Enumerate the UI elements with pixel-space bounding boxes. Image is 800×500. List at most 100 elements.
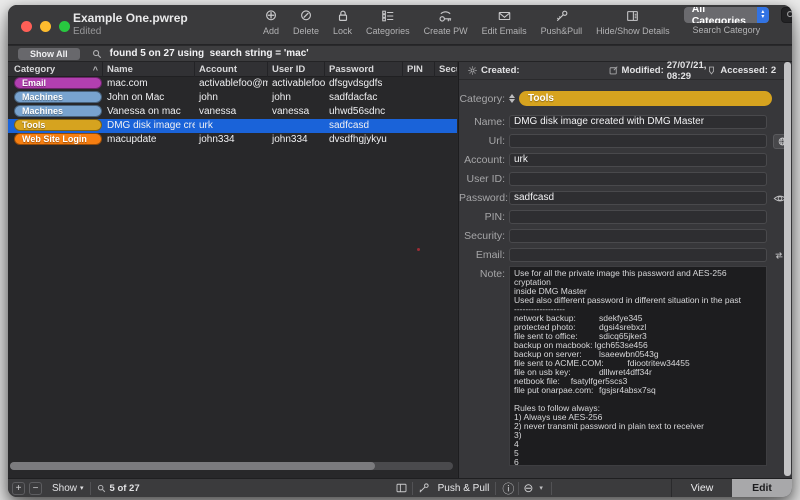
delete-button[interactable]: ⊘ Delete — [293, 7, 319, 36]
search-category-group: All Categories ▴▾ Search Category — [684, 7, 769, 35]
horizontal-scrollbar-thumb[interactable] — [10, 462, 375, 470]
name-field[interactable]: DMG disk image created with DMG Master — [509, 115, 767, 129]
traffic-lights — [21, 21, 70, 32]
accessed-icon — [706, 65, 717, 76]
table-row[interactable]: Email mac.com activablefoo@mac.c activab… — [8, 77, 457, 91]
create-pw-button[interactable]: Create PW — [424, 7, 468, 36]
table-header: Category^ Name Account User ID Password … — [8, 62, 457, 77]
add-icon: ⊕ — [265, 7, 278, 25]
table-row[interactable]: Web Site Login macupdate john334 john334… — [8, 133, 457, 147]
toolbar: ⊕ Add ⊘ Delete Lock — [263, 7, 786, 45]
table-row-selected[interactable]: Tools DMG disk image created urk sadfcas… — [8, 119, 457, 133]
toggle-details-pane-button[interactable] — [395, 482, 408, 494]
show-dropdown[interactable]: Show▾ — [52, 483, 84, 494]
category-pill: Machines — [14, 91, 102, 103]
account-field[interactable]: urk — [509, 153, 767, 167]
userid-field-row: User ID: — [459, 172, 792, 186]
count-search-icon — [97, 484, 106, 493]
password-field-row: Password: sadfcasd — [459, 191, 792, 205]
detail-fields: Name: DMG disk image created with DMG Ma… — [459, 115, 792, 267]
close-window-button[interactable] — [21, 21, 32, 32]
category-pill: Machines — [14, 105, 102, 117]
show-all-button[interactable]: Show All — [18, 48, 80, 60]
sort-ascending-icon: ^ — [93, 63, 98, 77]
search-category-label: Search Category — [693, 25, 761, 35]
add-record-button[interactable]: + — [12, 482, 25, 495]
delete-icon: ⊘ — [300, 7, 313, 25]
pin-field[interactable] — [509, 210, 767, 224]
create-pw-icon — [438, 7, 453, 25]
horizontal-scrollbar[interactable] — [10, 462, 453, 470]
category-pill: Web Site Login — [14, 133, 102, 145]
lock-button[interactable]: Lock — [333, 7, 352, 36]
record-count: 5 of 27 — [110, 483, 140, 494]
column-header-security[interactable]: Security — [435, 62, 457, 77]
minimize-window-button[interactable] — [40, 21, 51, 32]
search-category-select[interactable]: All Categories ▴▾ — [684, 7, 769, 23]
column-header-category[interactable]: Category^ — [10, 62, 103, 77]
categories-icon — [381, 7, 395, 25]
add-button[interactable]: ⊕ Add — [263, 7, 279, 36]
security-field[interactable] — [509, 229, 767, 243]
search-string-group: ▾ mac ✕ Search String — [781, 7, 792, 35]
window-edited-badge: Edited — [73, 26, 188, 37]
select-stepper-icon: ▴▾ — [757, 7, 769, 23]
categories-button[interactable]: Categories — [366, 7, 410, 36]
view-mode-button[interactable]: View — [671, 479, 732, 498]
search-input[interactable]: ▾ mac ✕ — [781, 7, 792, 23]
push-pull-icon — [554, 7, 569, 25]
category-stepper[interactable] — [507, 94, 516, 103]
push-pull-key-icon — [417, 482, 430, 495]
url-field[interactable] — [509, 134, 767, 148]
note-textarea[interactable]: Use for all the private image this passw… — [509, 266, 767, 466]
red-dot-artifact — [417, 248, 420, 251]
circled-minus-button[interactable]: ⊖ — [523, 481, 533, 495]
edit-emails-icon — [497, 7, 512, 25]
column-header-pin[interactable]: PIN — [403, 62, 435, 77]
url-field-row: Url: — [459, 134, 792, 148]
password-field[interactable]: sadfcasd — [509, 191, 767, 205]
name-field-row: Name: DMG disk image created with DMG Ma… — [459, 115, 792, 129]
column-header-account[interactable]: Account — [195, 62, 268, 77]
account-field-row: Account: urk — [459, 153, 792, 167]
zoom-window-button[interactable] — [59, 21, 70, 32]
search-icon — [786, 10, 792, 20]
title-bar: Example One.pwrep Edited ⊕ Add ⊘ Delete … — [8, 5, 792, 45]
created-info: Created: — [467, 65, 520, 76]
content-area: Category^ Name Account User ID Password … — [8, 62, 792, 478]
userid-field[interactable] — [509, 172, 767, 186]
modified-value: 27/07/21, 08:29 — [667, 60, 707, 82]
column-header-name[interactable]: Name — [103, 62, 195, 77]
edit-mode-button[interactable]: Edit — [732, 479, 792, 498]
accessed-info: Accessed: 2 — [706, 65, 776, 76]
find-status-text: found 5 on 27 using search string = 'mac… — [110, 48, 309, 59]
table-row[interactable]: Machines Vanessa on mac vanessa vanessa … — [8, 105, 457, 119]
info-button[interactable]: ⓘ — [502, 480, 514, 497]
bottom-bar: + − Show▾ 5 of 27 Push & Pull ⓘ ⊖ — [8, 478, 792, 497]
push-pull-bottom-button[interactable]: Push & Pull — [438, 483, 490, 494]
window-title: Example One.pwrep — [73, 11, 188, 25]
app-window: Example One.pwrep Edited ⊕ Add ⊘ Delete … — [8, 5, 792, 497]
category-field-row: Category: Tools — [459, 90, 792, 107]
security-field-row: Security: — [459, 229, 792, 243]
find-search-icon — [92, 49, 102, 59]
created-icon — [467, 65, 478, 76]
table-row[interactable]: Machines John on Mac john john sadfdacfa… — [8, 91, 457, 105]
email-field-row: Email: — [459, 248, 792, 262]
category-pill: Tools — [14, 119, 102, 131]
column-header-userid[interactable]: User ID — [268, 62, 325, 77]
edit-emails-button[interactable]: Edit Emails — [482, 7, 527, 36]
remove-record-button[interactable]: − — [29, 482, 42, 495]
modified-info: Modified: 27/07/21, 08:29 — [608, 60, 707, 82]
category-value-pill[interactable]: Tools — [519, 91, 772, 106]
minus-menu-caret-icon[interactable]: ▾ — [539, 484, 543, 492]
push-pull-button[interactable]: Push&Pull — [541, 7, 583, 36]
details-scrollbar[interactable] — [784, 62, 791, 476]
pin-field-row: PIN: — [459, 210, 792, 224]
category-pill: Email — [14, 77, 102, 89]
email-field[interactable] — [509, 248, 767, 262]
column-header-password[interactable]: Password — [325, 62, 403, 77]
password-list-pane: Category^ Name Account User ID Password … — [8, 62, 457, 478]
hide-show-details-button[interactable]: Hide/Show Details — [596, 7, 670, 36]
modified-icon — [608, 65, 619, 76]
